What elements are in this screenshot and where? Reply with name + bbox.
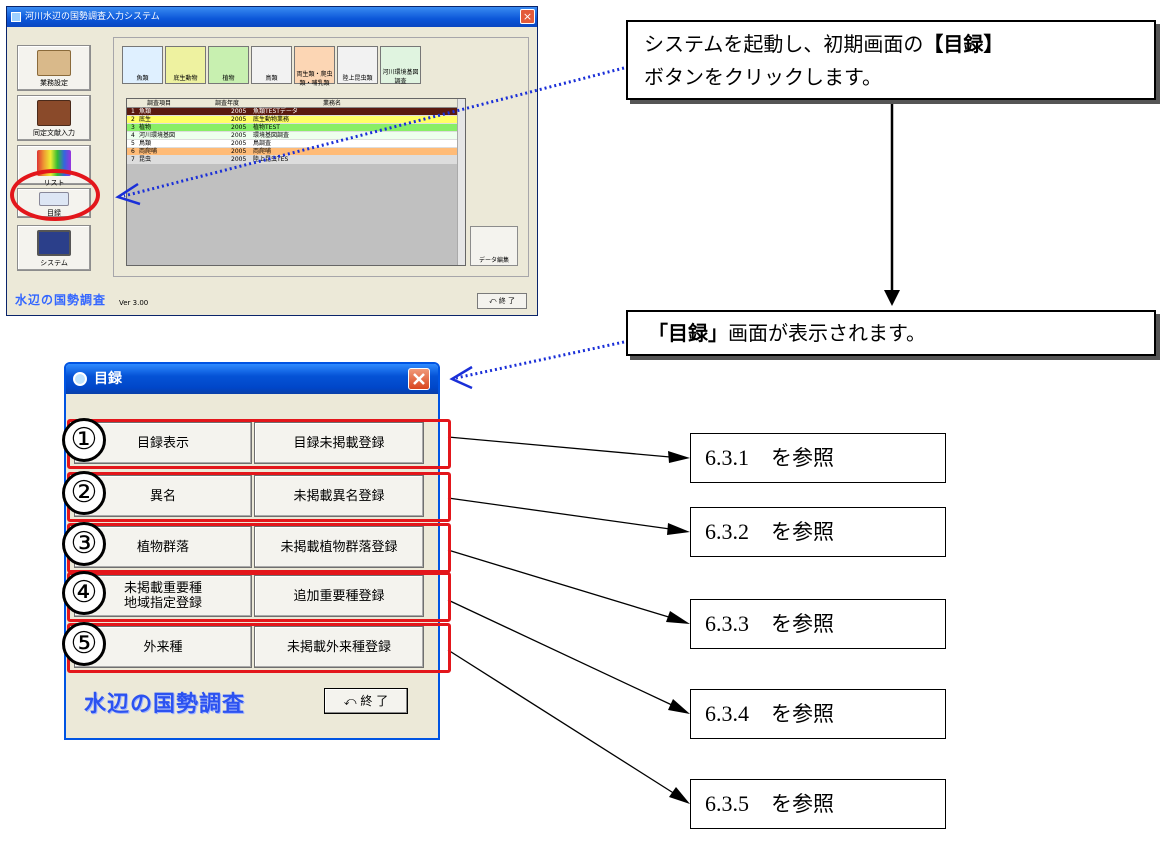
ref-arrowhead-1 bbox=[668, 451, 690, 463]
dialog-close-button[interactable] bbox=[408, 368, 430, 390]
callout1-text: システムを起動し、初期画面の bbox=[644, 32, 924, 56]
ref-line-1 bbox=[447, 436, 671, 458]
ref-line-2 bbox=[447, 497, 671, 530]
dialog-right-button-5[interactable]: 未掲載外来種登録 bbox=[254, 626, 424, 668]
dialog-right-button-1[interactable]: 目録未掲載登録 bbox=[254, 422, 424, 464]
row-number-2: ② bbox=[62, 471, 106, 515]
reference-section: 6.3.1 bbox=[705, 445, 749, 470]
dialog-right-button-3[interactable]: 未掲載植物群落登録 bbox=[254, 526, 424, 568]
callout-launch: システムを起動し、初期画面の【目録】 ボタンをクリックします。 bbox=[626, 20, 1156, 100]
callout2-text: 画面が表示されます。 bbox=[728, 321, 926, 345]
ref-arrowhead-3 bbox=[666, 611, 690, 624]
row-number-4: ④ bbox=[62, 571, 106, 615]
callout1-line1: システムを起動し、初期画面の【目録】 bbox=[644, 28, 1138, 61]
ref-arrowhead-5 bbox=[669, 787, 690, 804]
reference-text: を参照 bbox=[771, 520, 834, 544]
dialog-right-button-4[interactable]: 追加重要種登録 bbox=[254, 575, 424, 617]
exit-icon: ⤺ bbox=[343, 694, 361, 708]
callout1-dotted-arrow bbox=[123, 66, 625, 198]
flow-arrowhead bbox=[884, 290, 900, 306]
reference-text: を参照 bbox=[771, 612, 834, 636]
dialog-title: 目録 bbox=[94, 371, 122, 387]
reference-text: を参照 bbox=[771, 792, 834, 816]
row-number-1: ① bbox=[62, 418, 106, 462]
reference-box-5: 6.3.5 を参照 bbox=[690, 779, 946, 829]
reference-text: を参照 bbox=[771, 702, 834, 726]
row-number-3: ③ bbox=[62, 522, 106, 566]
reference-box-4: 6.3.4 を参照 bbox=[690, 689, 946, 739]
dialog-logo: 水辺の国勢調査 bbox=[84, 692, 246, 717]
ref-line-3 bbox=[447, 549, 673, 619]
ref-arrowhead-4 bbox=[668, 699, 690, 714]
dialog-exit-label: 終 了 bbox=[360, 694, 389, 708]
reference-box-1: 6.3.1 を参照 bbox=[690, 433, 946, 483]
ref-line-4 bbox=[447, 599, 675, 707]
reference-section: 6.3.3 bbox=[705, 611, 749, 636]
dialog-titlebar: 目録 bbox=[66, 364, 438, 394]
callout-catalog-shown: 「目録」画面が表示されます。 bbox=[626, 310, 1156, 356]
reference-section: 6.3.4 bbox=[705, 701, 749, 726]
reference-box-2: 6.3.2 を参照 bbox=[690, 507, 946, 557]
row-number-5: ⑤ bbox=[62, 622, 106, 666]
reference-text: を参照 bbox=[771, 446, 834, 470]
reference-section: 6.3.5 bbox=[705, 791, 749, 816]
catalog-dialog: 目録 目録表示 目録未掲載登録 ① 異名 未掲載異名登録 ② 植物群落 未掲載植物群落登録 ③ 未… bbox=[62, 362, 451, 740]
ref-arrowhead-2 bbox=[667, 523, 690, 535]
reference-box-3: 6.3.3 を参照 bbox=[690, 599, 946, 649]
callout2-dotted-arrow bbox=[455, 340, 625, 380]
callout2-bold: 「目録」 bbox=[648, 321, 728, 345]
ref-line-5 bbox=[447, 649, 676, 795]
reference-section: 6.3.2 bbox=[705, 519, 749, 544]
dialog-app-icon bbox=[73, 372, 87, 386]
catalog-highlight-ellipse bbox=[10, 169, 100, 221]
dialog-right-button-2[interactable]: 未掲載異名登録 bbox=[254, 475, 424, 517]
dialog-exit-button[interactable]: ⤺ 終 了 bbox=[324, 688, 408, 714]
close-icon bbox=[413, 373, 425, 385]
callout1-line2: ボタンをクリックします。 bbox=[644, 65, 882, 89]
callout1-bold: 【目録】 bbox=[923, 32, 1004, 56]
